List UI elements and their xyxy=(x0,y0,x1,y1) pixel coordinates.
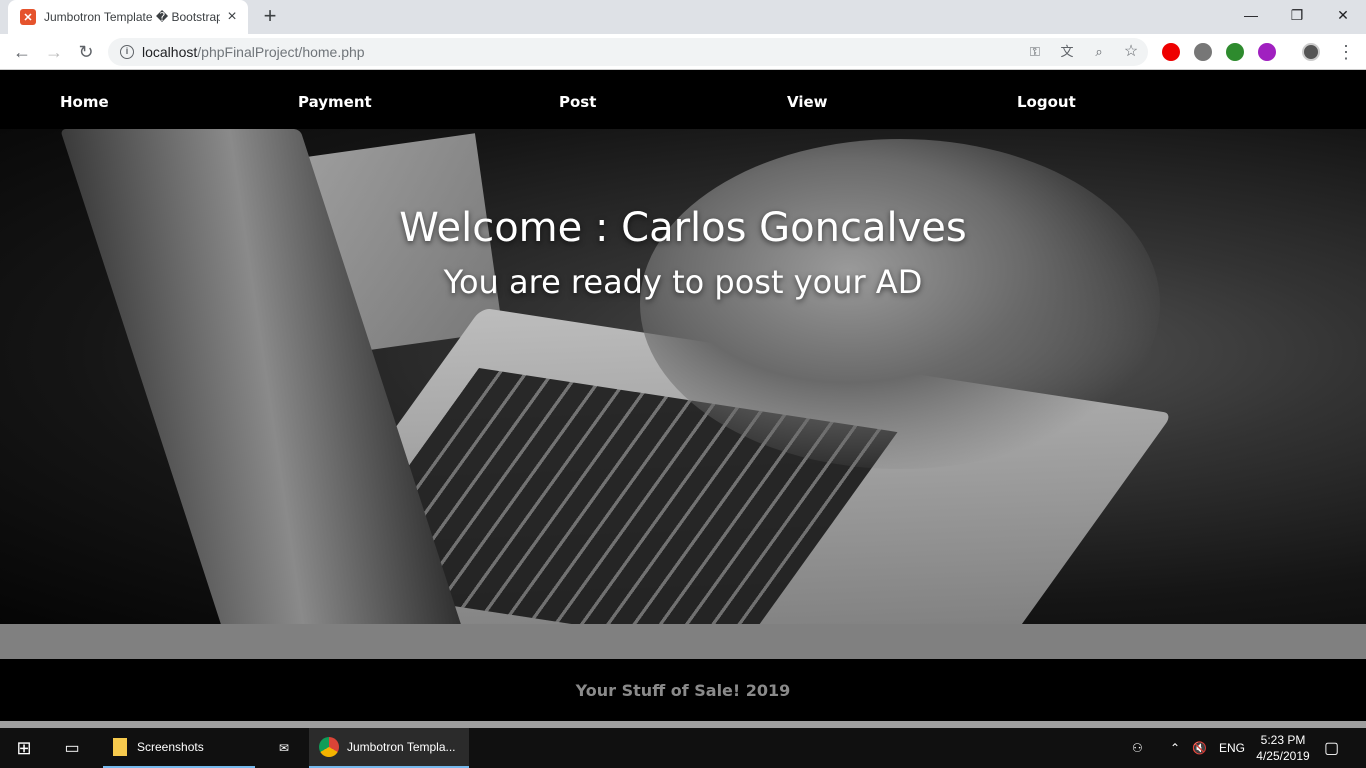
restore-button[interactable]: ❐ xyxy=(1274,0,1320,30)
forward-arrow-icon[interactable]: → xyxy=(42,40,66,64)
nav-home-link[interactable]: Home xyxy=(60,93,109,111)
nav-payment-link[interactable]: Payment xyxy=(298,93,372,111)
nav-post-link[interactable]: Post xyxy=(559,93,596,111)
taskbar-screenshots-label: Screenshots xyxy=(137,740,204,754)
taskbar-chrome-window[interactable]: Jumbotron Templa... xyxy=(309,728,469,768)
reload-icon[interactable]: ↻ xyxy=(74,40,98,64)
xampp-icon: ✕ xyxy=(20,9,36,25)
key-icon[interactable]: ⚿ xyxy=(1026,43,1044,61)
taskbar-screenshots-folder[interactable]: Screenshots xyxy=(103,728,255,768)
mail-icon[interactable]: ✉ xyxy=(262,728,306,768)
gray-divider xyxy=(0,624,1366,659)
back-arrow-icon[interactable]: ← xyxy=(10,40,34,64)
windows-start-icon[interactable]: ⊞ xyxy=(0,728,48,768)
profile-avatar[interactable] xyxy=(1302,43,1320,61)
chrome-icon xyxy=(319,737,339,757)
clock[interactable]: 5:23 PM 4/25/2019 xyxy=(1254,728,1312,768)
address-bar[interactable]: i localhost/phpFinalProject/home.php ⚿ 文… xyxy=(108,38,1148,66)
browser-tab[interactable]: ✕ Jumbotron Template � Bootstrap × xyxy=(8,0,248,34)
tab-title: Jumbotron Template � Bootstrap xyxy=(44,10,220,24)
tray-chevron-icon[interactable]: ⌃ xyxy=(1170,728,1180,768)
taskbar-chrome-label: Jumbotron Templa... xyxy=(347,740,456,754)
welcome-subheading: You are ready to post your AD xyxy=(443,263,923,301)
windows-taskbar: ⊞ ▭ Screenshots ✉ Jumbotron Templa... ⚇ … xyxy=(0,728,1366,768)
volume-muted-icon[interactable]: 🔇 xyxy=(1192,728,1207,768)
nav-logout-link[interactable]: Logout xyxy=(1017,93,1076,111)
notifications-icon[interactable]: ▢ xyxy=(1324,728,1339,768)
page-bottom-strip xyxy=(0,721,1366,728)
language-indicator[interactable]: ENG xyxy=(1219,728,1245,768)
bug-extension-icon[interactable] xyxy=(1194,43,1212,61)
nav-view-link[interactable]: View xyxy=(787,93,828,111)
close-window-button[interactable]: ✕ xyxy=(1320,0,1366,30)
site-navbar: Home Payment Post View Logout xyxy=(0,71,1366,129)
tab-close-icon[interactable]: × xyxy=(224,9,240,25)
hero-hand xyxy=(640,139,1160,469)
welcome-heading: Welcome : Carlos Goncalves xyxy=(399,205,967,251)
translate-icon[interactable]: 文 xyxy=(1058,43,1076,61)
browser-toolbar: ← → ↻ i localhost/phpFinalProject/home.p… xyxy=(0,34,1366,70)
footer-text: Your Stuff of Sale! 2019 xyxy=(575,681,791,700)
jumbotron-hero: Welcome : Carlos Goncalves You are ready… xyxy=(0,129,1366,624)
task-view-icon[interactable]: ▭ xyxy=(48,728,96,768)
tree-extension-icon[interactable] xyxy=(1226,43,1244,61)
browser-tabstrip: ✕ Jumbotron Template � Bootstrap × + — ❐… xyxy=(0,0,1366,34)
site-footer: Your Stuff of Sale! 2019 xyxy=(0,659,1366,721)
minimize-button[interactable]: — xyxy=(1228,0,1274,30)
info-icon[interactable]: i xyxy=(120,45,134,59)
adblock-extension-icon[interactable] xyxy=(1162,43,1180,61)
folder-icon xyxy=(113,738,127,756)
clock-date: 4/25/2019 xyxy=(1256,749,1310,763)
clock-time: 5:23 PM xyxy=(1260,733,1306,747)
zoom-icon[interactable]: ⌕ xyxy=(1090,43,1108,61)
people-icon[interactable]: ⚇ xyxy=(1132,728,1143,768)
url-text: localhost/phpFinalProject/home.php xyxy=(142,44,365,60)
new-tab-button[interactable]: + xyxy=(258,5,282,29)
menu-icon[interactable]: ⋮ xyxy=(1334,40,1358,64)
bookmark-star-icon[interactable]: ☆ xyxy=(1122,43,1140,61)
purple-extension-icon[interactable] xyxy=(1258,43,1276,61)
